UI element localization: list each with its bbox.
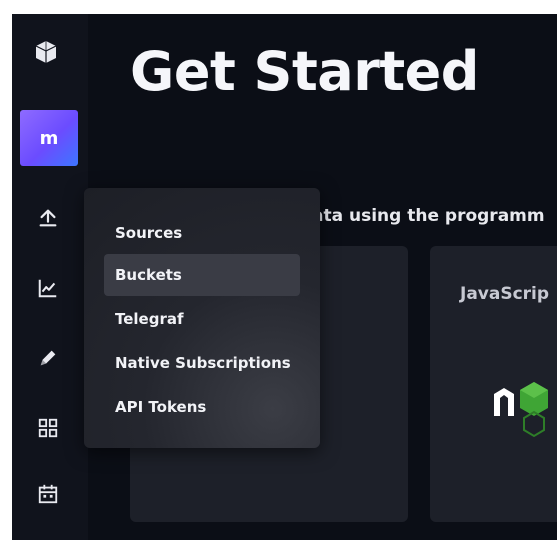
upload-icon[interactable] bbox=[36, 206, 60, 230]
chart-line-icon[interactable] bbox=[36, 276, 60, 300]
sidebar: m bbox=[12, 14, 88, 540]
menu-item-label: Sources bbox=[115, 224, 183, 242]
load-data-menu: Sources Buckets Telegraf Native Subscriptio… bbox=[84, 188, 320, 448]
menu-item-sources[interactable]: Sources bbox=[104, 212, 300, 254]
org-initial: m bbox=[39, 127, 59, 149]
menu-item-telegraf[interactable]: Telegraf bbox=[104, 298, 300, 340]
menu-item-buckets[interactable]: Buckets bbox=[104, 254, 300, 296]
menu-item-label: Telegraf bbox=[115, 310, 184, 328]
grid-icon[interactable] bbox=[36, 416, 60, 440]
menu-item-api-tokens[interactable]: API Tokens bbox=[104, 386, 300, 428]
graph-logo-icon[interactable] bbox=[34, 40, 58, 64]
menu-item-label: Native Subscriptions bbox=[115, 354, 291, 372]
calendar-icon[interactable] bbox=[36, 482, 60, 506]
page-title: Get Started bbox=[130, 40, 479, 103]
javascript-card[interactable]: JavaScrip bbox=[430, 246, 557, 522]
page-subtitle: ata using the programm bbox=[312, 206, 545, 226]
card-label: JavaScrip bbox=[460, 284, 550, 304]
pencil-icon[interactable] bbox=[36, 346, 60, 370]
menu-item-label: Buckets bbox=[115, 266, 182, 284]
menu-item-label: API Tokens bbox=[115, 398, 207, 416]
org-avatar[interactable]: m bbox=[20, 110, 78, 166]
menu-item-native-subscriptions[interactable]: Native Subscriptions bbox=[104, 342, 300, 384]
nodejs-logo-icon bbox=[494, 382, 557, 442]
app-frame: m Get Started ata using the programm Jav… bbox=[12, 14, 557, 540]
